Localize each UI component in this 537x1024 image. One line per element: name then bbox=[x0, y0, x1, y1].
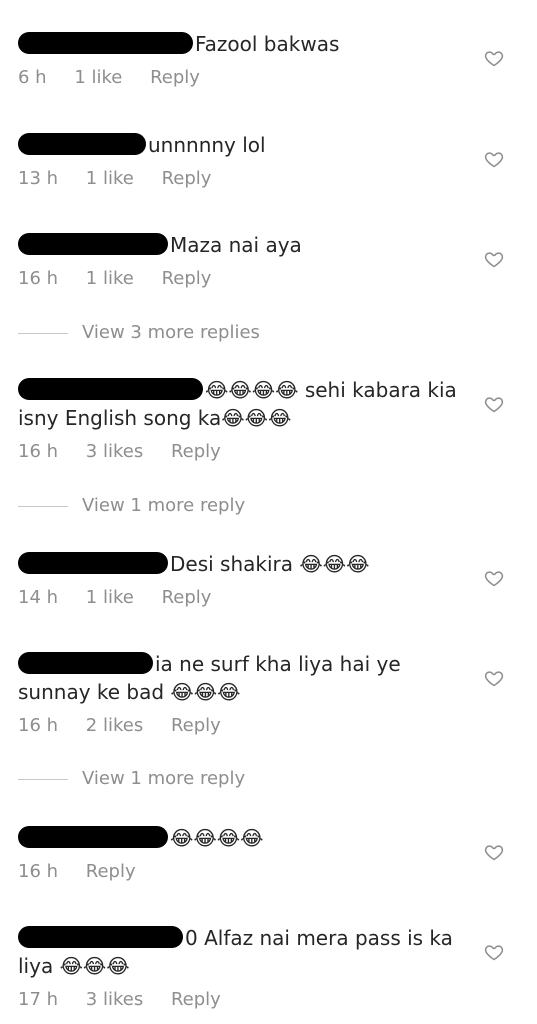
comment-meta: 16 h 2 likes Reply bbox=[18, 715, 243, 736]
reply-button[interactable]: Reply bbox=[171, 441, 221, 462]
comment-text-block: Desi shakira 😂😂😂 bbox=[18, 550, 458, 578]
view-more-replies[interactable]: View 1 more reply bbox=[18, 768, 245, 789]
reply-button[interactable]: Reply bbox=[171, 989, 221, 1010]
comment-likes[interactable]: 1 like bbox=[86, 587, 134, 608]
view-more-label: View 1 more reply bbox=[82, 768, 246, 789]
comment-meta: 6 h 1 like Reply bbox=[18, 67, 222, 88]
comment-text-block: Fazool bakwas bbox=[18, 30, 458, 58]
comment-time: 13 h bbox=[18, 168, 59, 189]
redacted-username bbox=[18, 926, 183, 948]
comment-meta: 13 h 1 like Reply bbox=[18, 168, 233, 189]
comment-text-block: unnnnny lol bbox=[18, 131, 458, 159]
comment-text-block: 😂😂😂😂 bbox=[18, 824, 458, 852]
redacted-username bbox=[18, 133, 146, 155]
reply-button[interactable]: Reply bbox=[150, 67, 200, 88]
comment-time: 16 h bbox=[18, 861, 59, 882]
redacted-username bbox=[18, 378, 203, 400]
comment-meta: 14 h 1 like Reply bbox=[18, 587, 233, 608]
divider-line bbox=[18, 778, 68, 780]
comment-meta: 16 h Reply bbox=[18, 861, 158, 882]
view-more-label: View 1 more reply bbox=[82, 495, 246, 516]
comment-text: 😂😂😂😂 bbox=[170, 826, 264, 850]
heart-icon[interactable] bbox=[484, 48, 504, 68]
comment-meta: 16 h 3 likes Reply bbox=[18, 441, 243, 462]
comment-likes[interactable]: 1 like bbox=[86, 168, 134, 189]
redacted-username bbox=[18, 233, 168, 255]
comment-meta: 17 h 3 likes Reply bbox=[18, 989, 243, 1010]
redacted-username bbox=[18, 826, 168, 848]
divider-line bbox=[18, 505, 68, 507]
comment-text: Fazool bakwas bbox=[195, 32, 340, 56]
reply-button[interactable]: Reply bbox=[162, 168, 212, 189]
comment-likes[interactable]: 3 likes bbox=[86, 989, 143, 1010]
reply-button[interactable]: Reply bbox=[162, 268, 212, 289]
comment-time: 16 h bbox=[18, 715, 59, 736]
comment-time: 14 h bbox=[18, 587, 59, 608]
comment-text: Maza nai aya bbox=[170, 233, 302, 257]
comment-text-block: ia ne surf kha liya hai ye sunnay ke bad… bbox=[18, 650, 458, 706]
heart-icon[interactable] bbox=[484, 668, 504, 688]
view-more-replies[interactable]: View 1 more reply bbox=[18, 495, 245, 516]
heart-icon[interactable] bbox=[484, 394, 504, 414]
divider-line bbox=[18, 332, 68, 334]
comment-text-block: 0 Alfaz nai mera pass is ka liya 😂😂😂 bbox=[18, 924, 458, 980]
reply-button[interactable]: Reply bbox=[86, 861, 136, 882]
redacted-username bbox=[18, 652, 153, 674]
heart-icon[interactable] bbox=[484, 249, 504, 269]
comment-time: 17 h bbox=[18, 989, 59, 1010]
heart-icon[interactable] bbox=[484, 149, 504, 169]
comment-meta: 16 h 1 like Reply bbox=[18, 268, 233, 289]
comment-likes[interactable]: 2 likes bbox=[86, 715, 143, 736]
reply-button[interactable]: Reply bbox=[162, 587, 212, 608]
comment-likes[interactable]: 1 like bbox=[74, 67, 122, 88]
comment-likes[interactable]: 3 likes bbox=[86, 441, 143, 462]
comment-time: 6 h bbox=[18, 67, 47, 88]
view-more-label: View 3 more replies bbox=[82, 322, 260, 343]
comment-text-block: Maza nai aya bbox=[18, 231, 458, 259]
comment-likes[interactable]: 1 like bbox=[86, 268, 134, 289]
comment-time: 16 h bbox=[18, 441, 59, 462]
comment-text-block: 😂😂😂😂 sehi kabara kia isny English song k… bbox=[18, 376, 458, 432]
redacted-username bbox=[18, 552, 168, 574]
view-more-replies[interactable]: View 3 more replies bbox=[18, 322, 260, 343]
comment-text: Desi shakira 😂😂😂 bbox=[170, 552, 370, 576]
reply-button[interactable]: Reply bbox=[171, 715, 221, 736]
redacted-username bbox=[18, 32, 193, 54]
comment-time: 16 h bbox=[18, 268, 59, 289]
heart-icon[interactable] bbox=[484, 568, 504, 588]
comment-text: unnnnny lol bbox=[148, 133, 266, 157]
heart-icon[interactable] bbox=[484, 842, 504, 862]
heart-icon[interactable] bbox=[484, 942, 504, 962]
